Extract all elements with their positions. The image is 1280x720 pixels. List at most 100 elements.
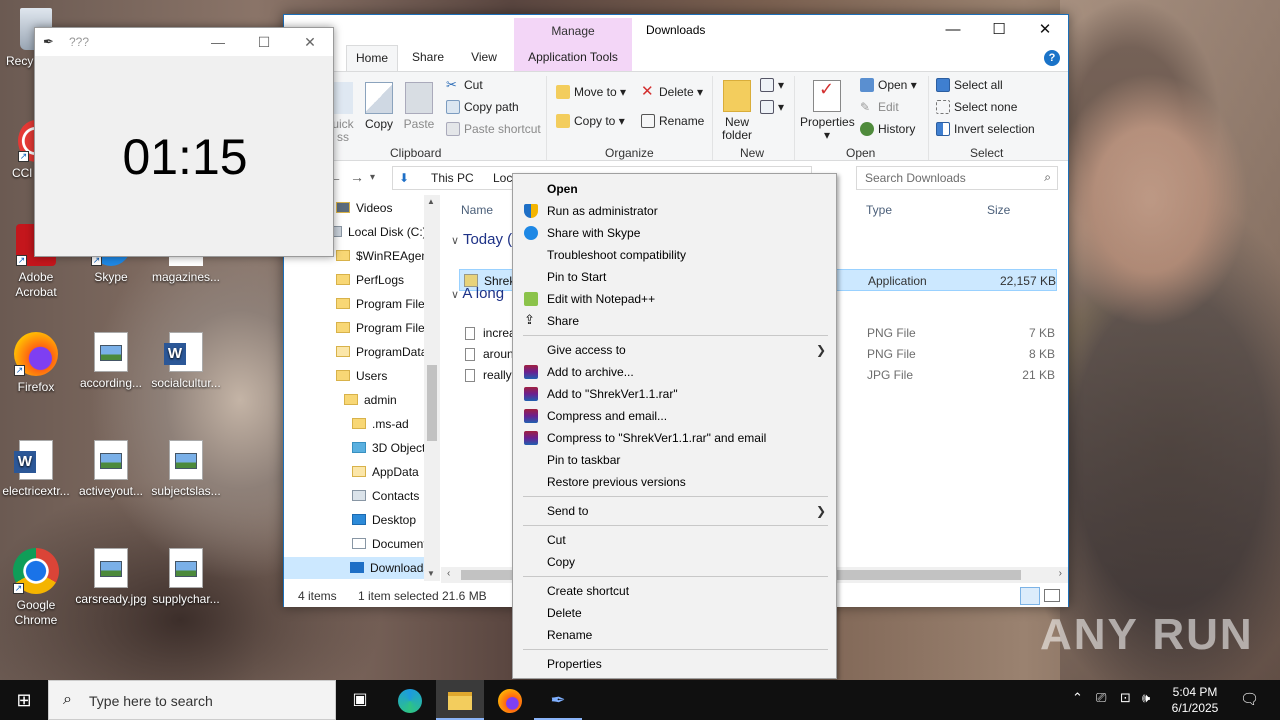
group-header-today[interactable]: ∨ Today ( <box>451 231 512 248</box>
close-button[interactable]: ✕ <box>287 34 333 51</box>
history-button[interactable]: History <box>860 122 915 136</box>
nav-item-appdata[interactable]: AppData <box>352 461 419 483</box>
menu-item-rename[interactable]: Rename <box>513 624 836 646</box>
forward-arrow-icon[interactable]: → <box>350 169 364 185</box>
nav-item-documents[interactable]: Document <box>352 533 427 555</box>
group-header-long-ago[interactable]: ∨ A long <box>451 285 504 302</box>
menu-item-open[interactable]: Open <box>513 178 836 200</box>
taskbar-clock[interactable]: 5:04 PM 6/1/2025 <box>1164 684 1226 716</box>
taskbar-firefox[interactable] <box>486 680 534 720</box>
open-button[interactable]: Open ▾ <box>860 78 917 92</box>
nav-item-contacts[interactable]: Contacts <box>352 485 419 507</box>
search-input[interactable]: Search Downloads ⌕ <box>856 166 1058 190</box>
column-header-type[interactable]: Type <box>866 203 892 217</box>
desktop-icon-subjectslas[interactable]: subjectslas... <box>150 440 222 499</box>
new-folder-button[interactable]: New folder <box>720 80 754 142</box>
menu-item-pin-to-taskbar[interactable]: Pin to taskbar <box>513 449 836 471</box>
easy-access-button[interactable]: ▾ <box>760 100 784 114</box>
paste-button[interactable]: Paste <box>402 82 436 131</box>
device-icon[interactable]: ⎚ <box>1096 690 1106 706</box>
menu-item-cut[interactable]: Cut <box>513 529 836 551</box>
breadcrumb-this-pc[interactable]: This PC <box>431 171 474 185</box>
menu-item-run-as-administrator[interactable]: Run as administrator <box>513 200 836 222</box>
nav-item-desktop[interactable]: Desktop <box>352 509 416 531</box>
nav-item-perflogs[interactable]: PerfLogs <box>336 269 404 291</box>
copy-to-button[interactable]: Copy to ▾ <box>556 114 625 128</box>
close-button[interactable]: ✕ <box>1022 15 1068 45</box>
tab-application-tools[interactable]: Application Tools <box>514 45 632 71</box>
menu-item-send-to[interactable]: Send to ❯ <box>513 500 836 522</box>
nav-item-3d-objects[interactable]: 3D Objects <box>352 437 431 459</box>
paste-shortcut-button[interactable]: Paste shortcut <box>446 122 541 136</box>
minimize-button[interactable]: — <box>195 34 241 50</box>
desktop-icon-firefox[interactable]: ↗ Firefox <box>0 332 72 395</box>
breadcrumb-local-disk[interactable]: Loc <box>493 171 512 185</box>
large-icons-view-icon[interactable] <box>1044 589 1060 602</box>
maximize-button[interactable]: ☐ <box>976 15 1022 45</box>
nav-item-videos[interactable]: Videos <box>336 197 392 219</box>
scrollbar-thumb[interactable] <box>427 365 437 441</box>
task-view-button[interactable]: ▣ <box>336 680 384 720</box>
menu-item-edit-with-notepadpp[interactable]: Edit with Notepad++ <box>513 288 836 310</box>
scroll-left-icon[interactable]: ‹ <box>447 568 450 579</box>
minimize-button[interactable]: — <box>930 15 976 45</box>
invert-selection-button[interactable]: Invert selection <box>936 122 1035 136</box>
nav-item-users[interactable]: Users <box>336 365 387 387</box>
column-header-name[interactable]: Name <box>461 203 493 217</box>
copy-button[interactable]: Copy <box>362 82 396 131</box>
menu-item-copy[interactable]: Copy <box>513 551 836 573</box>
menu-item-troubleshoot-compatibility[interactable]: Troubleshoot compatibility <box>513 244 836 266</box>
recent-dropdown-icon[interactable]: ▾ <box>370 172 375 183</box>
move-to-button[interactable]: Move to ▾ <box>556 85 626 99</box>
nav-item-downloads[interactable]: Downloads <box>284 557 429 579</box>
notification-icon[interactable]: 🗨 <box>1240 690 1259 708</box>
new-item-button[interactable]: ▾ <box>760 78 784 92</box>
taskbar-edge[interactable] <box>386 680 434 720</box>
nav-item-admin[interactable]: admin <box>344 389 397 411</box>
details-view-icon[interactable] <box>1020 587 1040 605</box>
manage-contextual-tab[interactable]: Manage <box>514 18 632 45</box>
nav-pane-scrollbar[interactable]: ▲ ▼ <box>424 195 440 581</box>
desktop-icon-carsready[interactable]: carsready.jpg <box>75 548 147 607</box>
cut-button[interactable]: ✂ Cut <box>446 78 483 93</box>
tab-home[interactable]: Home <box>346 45 398 71</box>
desktop-icon-according[interactable]: according... <box>75 332 147 391</box>
start-button[interactable]: ⊞ <box>0 680 48 720</box>
taskbar-file-explorer[interactable] <box>436 680 484 720</box>
desktop-icon-activeyout[interactable]: activeyout... <box>75 440 147 499</box>
menu-item-create-shortcut[interactable]: Create shortcut <box>513 580 836 602</box>
desktop-icon-electricextr[interactable]: W electricextr... <box>0 440 72 499</box>
nav-item-programdata[interactable]: ProgramData <box>336 341 427 363</box>
nav-item-program-files[interactable]: Program Files <box>336 293 431 315</box>
menu-item-give-access-to[interactable]: Give access to ❯ <box>513 339 836 361</box>
menu-item-delete[interactable]: Delete <box>513 602 836 624</box>
tab-share[interactable]: Share <box>402 45 454 71</box>
menu-item-pin-to-start[interactable]: Pin to Start <box>513 266 836 288</box>
show-hidden-icons-chevron-icon[interactable]: ⌃ <box>1072 690 1083 706</box>
rename-button[interactable]: Rename <box>641 114 704 128</box>
menu-item-compress-to-rar-and-email[interactable]: Compress to "ShrekVer1.1.rar" and email <box>513 427 836 449</box>
taskbar-search-box[interactable]: ⌕ Type here to search <box>48 680 336 720</box>
menu-item-add-to-archive[interactable]: Add to archive... <box>513 361 836 383</box>
help-icon[interactable]: ? <box>1044 50 1060 66</box>
desktop-icon-supplychar[interactable]: supplychar... <box>150 548 222 607</box>
scroll-up-icon[interactable]: ▲ <box>427 197 435 206</box>
desktop-icon-google-chrome[interactable]: ↗ Google Chrome <box>0 548 72 628</box>
taskbar-feather-app[interactable]: ✒ <box>534 680 582 720</box>
edit-button[interactable]: ✎ Edit <box>860 100 899 114</box>
properties-button[interactable]: ✓ Properties ▾ <box>800 80 855 142</box>
maximize-button[interactable]: ☐ <box>241 34 287 51</box>
menu-item-share-with-skype[interactable]: Share with Skype <box>513 222 836 244</box>
menu-item-restore-previous-versions[interactable]: Restore previous versions <box>513 471 836 493</box>
select-none-button[interactable]: Select none <box>936 100 1017 114</box>
tab-view[interactable]: View <box>458 45 510 71</box>
column-header-size[interactable]: Size <box>987 203 1010 217</box>
network-icon[interactable]: ⊡ <box>1120 690 1131 706</box>
scroll-down-icon[interactable]: ▼ <box>427 569 435 578</box>
desktop-icon-socialcultur[interactable]: W socialcultur... <box>150 332 222 391</box>
menu-item-properties[interactable]: Properties <box>513 653 836 675</box>
nav-item-program-files-x86[interactable]: Program Files <box>336 317 431 339</box>
menu-item-share[interactable]: ⇪ Share <box>513 310 836 332</box>
select-all-button[interactable]: Select all <box>936 78 1003 92</box>
nav-item-ms-ad[interactable]: .ms-ad <box>352 413 409 435</box>
